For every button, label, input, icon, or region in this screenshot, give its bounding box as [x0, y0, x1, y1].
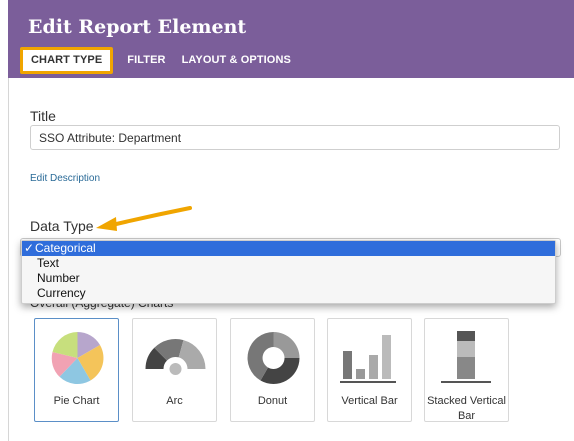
title-input[interactable] [30, 125, 560, 150]
dialog-header: Edit Report Element CHART TYPE FILTER LA… [8, 0, 574, 78]
pie-chart-icon [51, 332, 104, 385]
chart-card-label: Vertical Bar [341, 395, 398, 407]
chart-card-label: Stacked Vertical Bar [427, 395, 506, 422]
tab-layout-options[interactable]: LAYOUT & OPTIONS [174, 50, 299, 71]
annotation-arrow-icon [96, 206, 192, 231]
tab-bar: CHART TYPE FILTER LAYOUT & OPTIONS [20, 47, 299, 74]
dialog-title: Edit Report Element [28, 16, 247, 38]
data-type-dropdown: ✓Categorical Text Number Currency [21, 240, 556, 304]
option-number[interactable]: Number [22, 271, 555, 286]
chart-card-pie[interactable]: Pie Chart [34, 318, 119, 422]
option-categorical[interactable]: ✓Categorical [22, 241, 555, 256]
chart-card-label: Arc [166, 395, 183, 407]
vertical-bar-icon [340, 335, 396, 383]
chart-card-arc[interactable]: Arc [132, 318, 217, 422]
tab-chart-type[interactable]: CHART TYPE [20, 47, 114, 74]
chart-card-label: Pie Chart [53, 395, 100, 407]
option-text[interactable]: Text [22, 256, 555, 271]
arc-chart-icon [145, 339, 206, 375]
option-currency[interactable]: Currency [22, 286, 555, 301]
stacked-vertical-bar-icon [441, 331, 491, 383]
tab-filter[interactable]: FILTER [119, 50, 173, 71]
edit-description-link[interactable]: Edit Description [30, 173, 100, 184]
check-icon: ✓ [24, 241, 35, 255]
chart-card-label: Donut [257, 395, 288, 407]
title-label: Title [30, 108, 56, 124]
donut-chart-icon [247, 332, 300, 384]
chart-card-stacked-vertical-bar[interactable]: Stacked Vertical Bar [424, 318, 509, 422]
data-type-label: Data Type [30, 218, 94, 234]
chart-card-vertical-bar[interactable]: Vertical Bar [327, 318, 412, 422]
chart-card-donut[interactable]: Donut [230, 318, 315, 422]
